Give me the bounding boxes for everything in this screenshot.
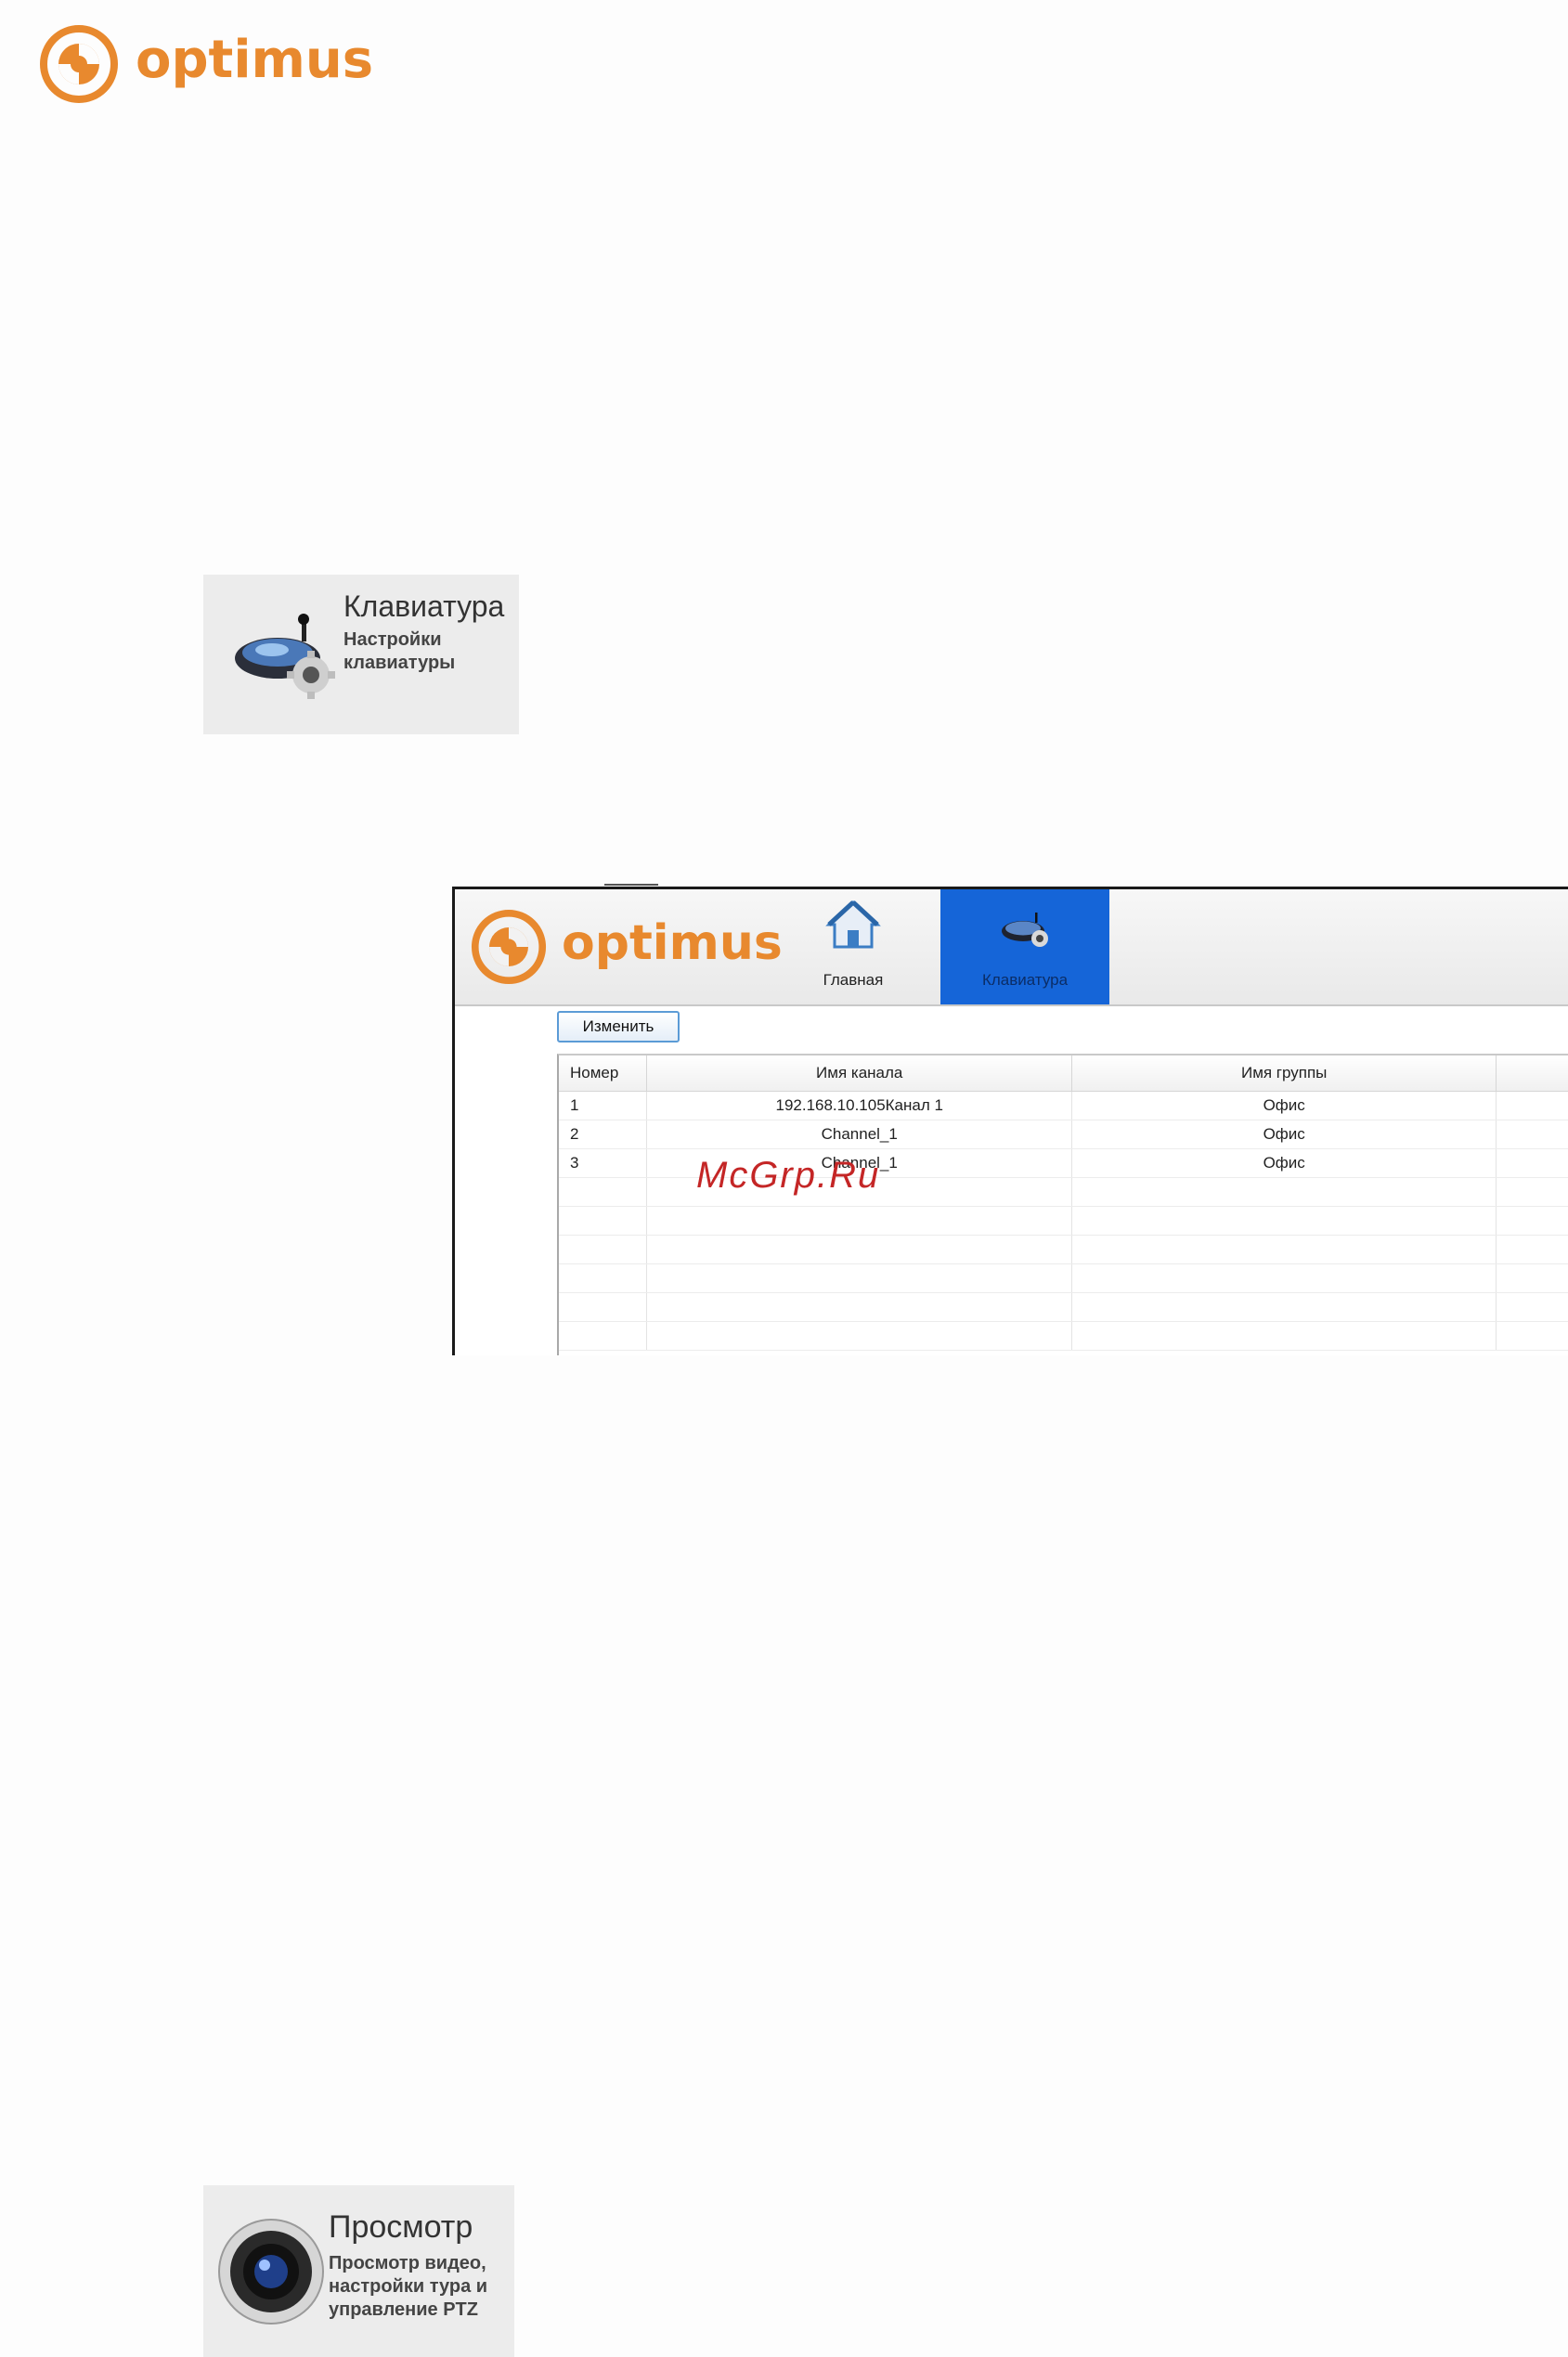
nav-tab-label: Клавиатура [981,971,1069,989]
cell-extra [1496,1091,1568,1120]
tile-description-line: настройки тура и [329,2276,488,2297]
watermark: McGrp.Ru [696,1155,881,1196]
tile-description-line: управление PTZ [329,2299,478,2320]
tile-description: Просмотр видео, настройки тура и управле… [329,2252,487,2322]
cell-channel-name: Channel_1 [646,1120,1073,1149]
tile-title: Клавиатура [343,589,505,623]
divider [604,884,658,886]
tile-title: Просмотр [329,2209,473,2245]
table-header-row: Номер Имя канала Имя группы [559,1055,1568,1092]
tile-description-line: клавиатуры [343,653,456,673]
edit-button[interactable]: Изменить [557,1011,680,1043]
tile-description: Настройки клавиатуры [343,628,455,675]
app-window: optimus Главная Клавиатура Изменить Номе… [452,887,1568,1355]
table-row-empty [559,1263,1568,1293]
table-row-empty [559,1235,1568,1264]
table-row[interactable]: 1 192.168.10.105Канал 1 Офис [559,1091,1568,1120]
nav-tab-label: Главная [823,971,884,989]
table-row-empty [559,1292,1568,1322]
app-header: optimus Главная Клавиатура [455,889,1568,1006]
optimus-logo-icon [471,909,547,985]
column-header-number[interactable]: Номер [559,1055,648,1092]
tile-description-line: Просмотр видео, [329,2253,486,2273]
cell-group-name: Офис [1071,1148,1497,1178]
table-row-empty [559,1206,1568,1236]
tile-description-line: Настройки [343,629,442,650]
table-row-empty [559,1321,1568,1351]
column-header-group-name[interactable]: Имя группы [1071,1055,1497,1092]
cell-number: 2 [559,1120,648,1149]
keyboard-joystick-icon [235,614,335,699]
cell-channel-name: 192.168.10.105Канал 1 [646,1091,1073,1120]
keyboard-joystick-icon [1002,913,1048,947]
nav-tab-home[interactable]: Главная [769,889,938,1004]
home-icon [825,900,881,949]
column-header-extra[interactable] [1496,1055,1568,1092]
optimus-logo-icon [40,25,118,103]
view-module-tile[interactable]: Просмотр Просмотр видео, настройки тура … [203,2185,514,2357]
cell-group-name: Офис [1071,1120,1497,1149]
app-logo-text: optimus [562,915,783,971]
table-row[interactable]: 2 Channel_1 Офис [559,1120,1568,1149]
cell-group-name: Офис [1071,1091,1497,1120]
keyboard-module-tile[interactable]: Клавиатура Настройки клавиатуры [203,575,519,734]
column-header-channel-name[interactable]: Имя канала [646,1055,1073,1092]
brand-name: optimus [136,30,374,90]
cell-number: 1 [559,1091,648,1120]
cell-extra [1496,1148,1568,1178]
cell-extra [1496,1120,1568,1149]
nav-tab-keyboard[interactable]: Клавиатура [940,889,1109,1004]
cell-number: 3 [559,1148,648,1178]
keyboard-channel-table: Номер Имя канала Имя группы 1 192.168.10… [557,1054,1568,1355]
top-logo: optimus [39,22,373,108]
camera-lens-icon [218,2219,324,2325]
